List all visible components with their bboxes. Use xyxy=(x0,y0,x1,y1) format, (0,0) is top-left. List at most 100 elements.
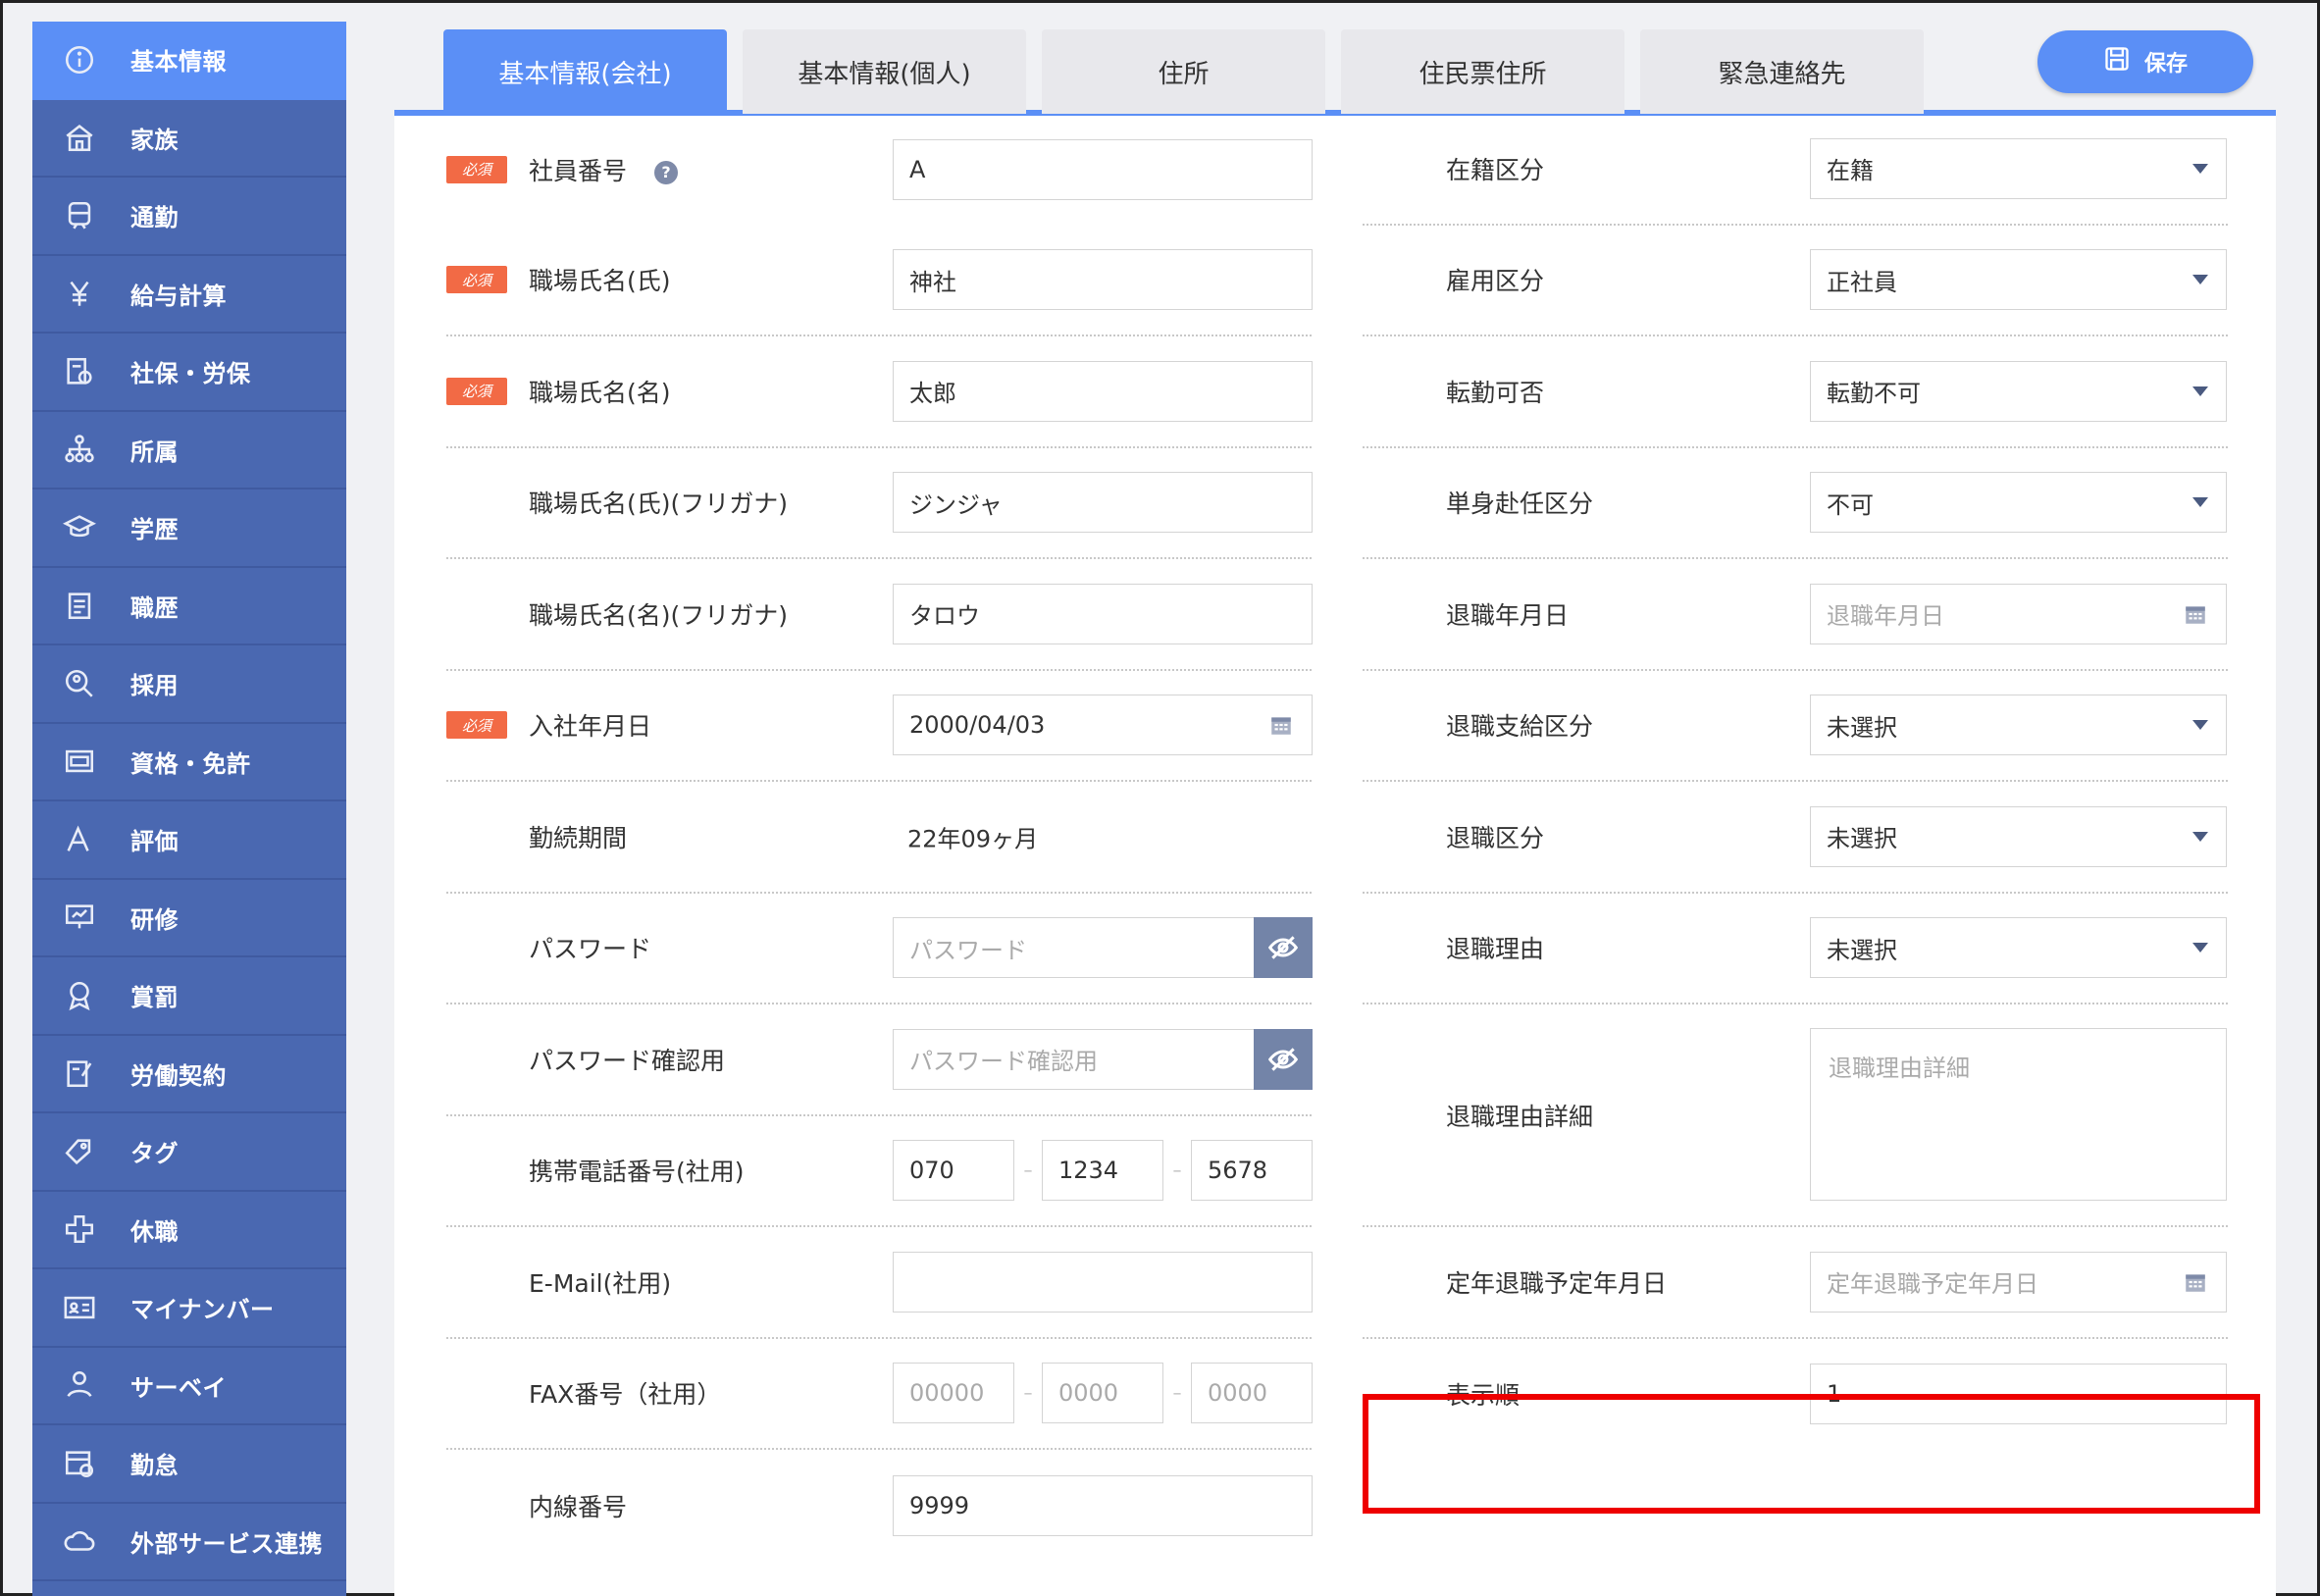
display-order-input[interactable]: 1 xyxy=(1810,1364,2227,1425)
retire-reason-select[interactable]: 未選択 xyxy=(1810,917,2227,979)
award-icon xyxy=(58,979,101,1012)
label-retire-type: 退職区分 xyxy=(1446,823,1545,852)
last-kana-input[interactable]: ジンジャ xyxy=(893,472,1313,534)
transfer-select[interactable]: 転勤不可 xyxy=(1810,360,2227,422)
train-icon xyxy=(58,199,101,232)
fax-part-1-input[interactable]: 00000 xyxy=(893,1363,1014,1424)
form-left-column: 必須 社員番号? A 必須 職場氏名(氏) 神社 必須 職場氏名(名) 太郎 職… xyxy=(446,114,1313,1562)
last-name-input[interactable]: 神社 xyxy=(893,249,1313,311)
sidebar: 基本情報 家族 通勤給与計算社保・労保所属 学歴 職歴 採用 資格・免許評価研修賞罰 労働契約… xyxy=(32,22,346,1596)
yen-icon xyxy=(58,277,101,310)
sidebar-item-label: 評価 xyxy=(130,828,179,856)
row-retire-reason: 退職理由 未選択 xyxy=(1363,894,2228,1004)
row-last-name: 必須 職場氏名(氏) 神社 xyxy=(446,226,1313,336)
fax-part-2-input[interactable]: 0000 xyxy=(1042,1363,1163,1424)
eye-slash-icon[interactable] xyxy=(1254,1028,1313,1090)
chevron-down-icon xyxy=(2192,386,2208,396)
sidebar-item-label: 給与計算 xyxy=(130,282,227,310)
tab-resident-address[interactable]: 住民票住所 xyxy=(1341,29,1624,114)
sidebar-item-9[interactable]: 資格・免許 xyxy=(32,724,346,801)
calendar-icon[interactable] xyxy=(1268,712,1294,738)
row-display-order: 表示順 1 xyxy=(1363,1339,2228,1451)
row-last-kana: 職場氏名(氏)(フリガナ) ジンジャ xyxy=(446,448,1313,559)
row-mobile: 携帯電話番号(社用) 070 – 1234 – 5678 xyxy=(446,1116,1313,1227)
sidebar-item-label: 社保・労保 xyxy=(130,360,251,388)
eye-slash-icon[interactable] xyxy=(1254,917,1313,979)
sidebar-item-19[interactable]: 外部サービス連携 xyxy=(32,1504,346,1581)
cross-icon xyxy=(58,1212,101,1246)
graduation-cap-icon xyxy=(58,511,101,544)
label-employee-no: 社員番号? xyxy=(529,152,679,187)
save-button[interactable]: 保存 xyxy=(2037,30,2253,93)
sidebar-item-14[interactable]: タグ xyxy=(32,1113,346,1192)
sidebar-item-label: 勤怠 xyxy=(130,1452,179,1480)
row-employee-no: 必須 社員番号? A xyxy=(446,114,1313,226)
sidebar-item-3[interactable]: 給与計算 xyxy=(32,256,346,334)
retire-pay-select[interactable]: 未選択 xyxy=(1810,695,2227,756)
tab-address[interactable]: 住所 xyxy=(1042,29,1325,114)
calendar-icon[interactable] xyxy=(2183,1269,2208,1295)
sidebar-item-label: タグ xyxy=(130,1140,179,1168)
employee-no-input[interactable]: A xyxy=(893,138,1313,200)
first-kana-input[interactable]: タロウ xyxy=(893,583,1313,644)
mandatory-retire-input[interactable]: 定年退職予定年月日 xyxy=(1810,1251,2227,1313)
solo-posting-select[interactable]: 不可 xyxy=(1810,472,2227,534)
sidebar-item-18[interactable]: 勤怠 xyxy=(32,1425,346,1504)
fax-part-3-input[interactable]: 0000 xyxy=(1191,1363,1313,1424)
sidebar-item-7[interactable]: 職歴 xyxy=(32,568,346,645)
retire-date-placeholder: 退職年月日 xyxy=(1827,602,1944,631)
sidebar-item-8[interactable]: 採用 xyxy=(32,645,346,724)
retire-reason-value: 未選択 xyxy=(1827,936,1897,964)
tab-basic-company[interactable]: 基本情報(会社) xyxy=(443,29,727,114)
sidebar-item-label: 研修 xyxy=(130,905,179,934)
sidebar-item-15[interactable]: 休職 xyxy=(32,1192,346,1269)
mobile-part-2-input[interactable]: 1234 xyxy=(1042,1140,1163,1202)
separator: – xyxy=(1172,1159,1182,1181)
sidebar-item-label: サーベイ xyxy=(130,1373,227,1402)
password-confirm-input[interactable]: パスワード確認用 xyxy=(893,1028,1313,1090)
row-employment: 雇用区分 正社員 xyxy=(1363,226,2228,336)
id-card-icon xyxy=(58,1291,101,1324)
label-mandatory-retire: 定年退職予定年月日 xyxy=(1446,1268,1668,1298)
retire-detail-textarea[interactable]: 退職理由詳細 xyxy=(1810,1028,2227,1201)
retire-date-input[interactable]: 退職年月日 xyxy=(1810,583,2227,644)
password-input[interactable]: パスワード xyxy=(893,917,1313,979)
mobile-part-3-input[interactable]: 5678 xyxy=(1191,1140,1313,1202)
sidebar-item-17[interactable]: サーベイ xyxy=(32,1348,346,1425)
floppy-disk-icon xyxy=(2103,45,2131,78)
email-input[interactable] xyxy=(893,1251,1313,1313)
join-date-input[interactable]: 2000/04/03 xyxy=(893,695,1313,756)
separator: – xyxy=(1172,1382,1182,1404)
contract-icon xyxy=(58,1056,101,1090)
join-date-value: 2000/04/03 xyxy=(909,711,1046,740)
employment-select[interactable]: 正社員 xyxy=(1810,249,2227,311)
sidebar-item-11[interactable]: 研修 xyxy=(32,880,346,957)
sidebar-item-0[interactable]: 基本情報 xyxy=(32,22,346,100)
required-badge: 必須 xyxy=(446,266,507,294)
retire-type-select[interactable]: 未選択 xyxy=(1810,805,2227,867)
career-icon xyxy=(58,589,101,622)
sidebar-item-6[interactable]: 学歴 xyxy=(32,489,346,568)
sidebar-item-10[interactable]: 評価 xyxy=(32,801,346,880)
sidebar-item-5[interactable]: 所属 xyxy=(32,412,346,489)
tab-emergency-contact[interactable]: 緊急連絡先 xyxy=(1640,29,1924,114)
label-extension: 内線番号 xyxy=(529,1492,628,1521)
password-confirm-placeholder: パスワード確認用 xyxy=(909,1048,1098,1076)
label-mobile: 携帯電話番号(社用) xyxy=(529,1158,745,1187)
calendar-icon[interactable] xyxy=(2183,601,2208,627)
transfer-value: 転勤不可 xyxy=(1827,380,1921,408)
extension-input[interactable]: 9999 xyxy=(893,1474,1313,1536)
sidebar-item-1[interactable]: 家族 xyxy=(32,100,346,178)
mobile-part-1-input[interactable]: 070 xyxy=(893,1140,1014,1202)
sidebar-item-4[interactable]: 社保・労保 xyxy=(32,334,346,412)
tab-basic-personal[interactable]: 基本情報(個人) xyxy=(743,29,1026,114)
label-enrollment: 在籍区分 xyxy=(1446,155,1545,184)
enrollment-select[interactable]: 在籍 xyxy=(1810,137,2227,199)
row-first-name: 必須 職場氏名(名) 太郎 xyxy=(446,336,1313,448)
sidebar-item-2[interactable]: 通勤 xyxy=(32,178,346,256)
sidebar-item-16[interactable]: マイナンバー xyxy=(32,1269,346,1348)
help-icon[interactable]: ? xyxy=(654,160,679,184)
sidebar-item-13[interactable]: 労働契約 xyxy=(32,1036,346,1113)
first-name-input[interactable]: 太郎 xyxy=(893,360,1313,422)
sidebar-item-12[interactable]: 賞罰 xyxy=(32,957,346,1036)
